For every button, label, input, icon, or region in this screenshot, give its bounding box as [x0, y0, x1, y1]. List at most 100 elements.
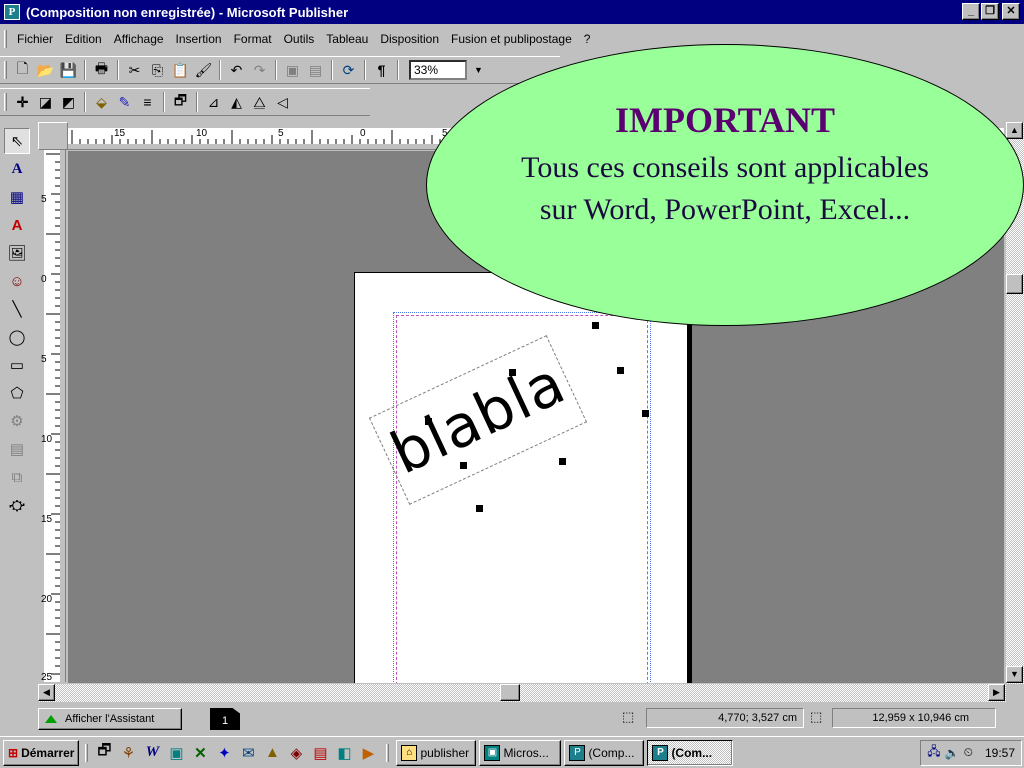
line-style-icon[interactable]: ≡: [136, 91, 159, 113]
resize-handle[interactable]: [559, 458, 566, 465]
wordart-tool-icon[interactable]: A: [4, 212, 30, 238]
bring-front-icon[interactable]: ▣: [281, 59, 304, 81]
menu-affichage[interactable]: Affichage: [108, 32, 170, 46]
scroll-down-button[interactable]: ▼: [1006, 666, 1023, 683]
menu-format[interactable]: Format: [228, 32, 278, 46]
resize-handle[interactable]: [425, 418, 432, 425]
selected-textbox[interactable]: blabla: [368, 335, 588, 505]
desktop-icon[interactable]: 🗗: [92, 741, 116, 765]
restore-button[interactable]: ❐: [981, 3, 999, 20]
task-button-com-active[interactable]: P (Com...: [647, 739, 734, 766]
cut-icon[interactable]: ✂: [123, 59, 146, 81]
horizontal-scroll-thumb[interactable]: [500, 684, 520, 701]
browser-icon[interactable]: ⚘: [116, 741, 140, 765]
acrobat-icon[interactable]: ▤: [308, 741, 332, 765]
task-button-microsoft[interactable]: ▣ Micros...: [479, 739, 562, 766]
resize-handle[interactable]: [617, 367, 624, 374]
start-button[interactable]: ⊞ Démarrer: [3, 739, 80, 766]
redo-icon[interactable]: ↷: [248, 59, 271, 81]
toolbar-grip-2[interactable]: [4, 93, 7, 111]
media-icon[interactable]: ▲: [260, 741, 284, 765]
access-icon[interactable]: ◈: [284, 741, 308, 765]
clipart-tool-icon[interactable]: ☺: [4, 268, 30, 294]
rotate-left-icon[interactable]: ⊿: [202, 91, 225, 113]
shadow-icon[interactable]: ◩: [57, 91, 80, 113]
menubar-grip[interactable]: [4, 30, 7, 48]
minimize-button[interactable]: _: [962, 3, 980, 20]
open-icon[interactable]: 📂: [34, 59, 57, 81]
rectangle-tool-icon[interactable]: ▭: [4, 352, 30, 378]
format-painter-icon[interactable]: 🖌: [192, 59, 215, 81]
task-button-publisher[interactable]: ⌂ publisher: [396, 739, 477, 766]
table-tool-icon[interactable]: ▦: [4, 184, 30, 210]
outlook-icon[interactable]: ✉: [236, 741, 260, 765]
properties-icon[interactable]: 🗗: [169, 91, 192, 113]
form-control-tool-icon[interactable]: ▤: [4, 436, 30, 462]
html-tool-icon[interactable]: ⧉: [4, 464, 30, 490]
line-tool-icon[interactable]: ╲: [4, 296, 30, 322]
play-icon[interactable]: ▶: [356, 741, 380, 765]
resize-handle[interactable]: [460, 462, 467, 469]
ruler-corner[interactable]: [38, 122, 68, 150]
shade-icon[interactable]: ◪: [34, 91, 57, 113]
scroll-right-button[interactable]: ▶: [988, 684, 1005, 701]
volume-icon[interactable]: 🔈: [945, 746, 960, 760]
page-navigator[interactable]: 1: [210, 708, 240, 730]
excel-icon[interactable]: ✕: [188, 741, 212, 765]
show-assistant-button[interactable]: Afficher l'Assistant: [38, 708, 182, 730]
undo-icon[interactable]: ↶: [225, 59, 248, 81]
resize-handle[interactable]: [642, 410, 649, 417]
menu-disposition[interactable]: Disposition: [374, 32, 445, 46]
clock[interactable]: 19:57: [985, 746, 1015, 760]
task-button-comp[interactable]: P (Comp...: [564, 739, 645, 766]
zoom-select[interactable]: 33%: [409, 60, 467, 80]
move-icon[interactable]: ✛: [11, 91, 34, 113]
pilcrow-icon[interactable]: ¶: [370, 59, 393, 81]
menu-help[interactable]: ?: [578, 32, 597, 46]
flip-horizontal-icon[interactable]: ⧋: [248, 91, 271, 113]
send-back-icon[interactable]: ▤: [304, 59, 327, 81]
word-icon[interactable]: W: [140, 741, 164, 765]
network-icon[interactable]: 🖧: [927, 742, 940, 763]
menu-edition[interactable]: Edition: [59, 32, 108, 46]
custom-shape-tool-icon[interactable]: ⬠: [4, 380, 30, 406]
print-icon[interactable]: 🖶: [90, 59, 113, 81]
vertical-scroll-thumb[interactable]: [1006, 274, 1023, 294]
text-tool-icon[interactable]: A: [4, 156, 30, 182]
horizontal-scrollbar[interactable]: ◀ ▶: [38, 684, 1006, 702]
fill-color-icon[interactable]: ⬙: [90, 91, 113, 113]
scheduler-icon[interactable]: ⏲: [964, 745, 973, 760]
rotate-right-icon[interactable]: ◭: [225, 91, 248, 113]
copy-icon[interactable]: ⎘: [146, 59, 169, 81]
picture-tool-icon[interactable]: 🖼: [4, 240, 30, 266]
powerpoint-icon[interactable]: ▣: [164, 741, 188, 765]
system-tray: 🖧 🔈 ⏲ 19:57: [920, 739, 1022, 766]
paste-icon[interactable]: 📋: [169, 59, 192, 81]
size-icon: ⬚: [810, 709, 823, 724]
menu-fusion[interactable]: Fusion et publipostage: [445, 32, 578, 46]
menu-outils[interactable]: Outils: [278, 32, 321, 46]
line-color-icon[interactable]: ✎: [113, 91, 136, 113]
menu-insertion[interactable]: Insertion: [170, 32, 228, 46]
chevron-down-icon[interactable]: ▼: [467, 59, 490, 81]
new-icon[interactable]: 🗋: [11, 59, 34, 81]
scroll-left-button[interactable]: ◀: [38, 684, 55, 701]
resize-handle[interactable]: [592, 322, 599, 329]
rotate-icon[interactable]: ⟳: [337, 59, 360, 81]
resize-handle[interactable]: [476, 505, 483, 512]
flip-vertical-icon[interactable]: ◁: [271, 91, 294, 113]
pointer-tool-icon[interactable]: ⇖: [4, 128, 30, 154]
menu-fichier[interactable]: Fichier: [11, 32, 59, 46]
resize-handle[interactable]: [509, 369, 516, 376]
publisher-quick-icon[interactable]: ◧: [332, 741, 356, 765]
oval-tool-icon[interactable]: ◯: [4, 324, 30, 350]
menu-tableau[interactable]: Tableau: [320, 32, 374, 46]
ole-object-tool-icon[interactable]: ⚙: [4, 408, 30, 434]
design-gallery-icon[interactable]: ⛮: [4, 492, 30, 518]
vertical-ruler[interactable]: 5 0 5 10 15 20 25: [38, 150, 66, 682]
save-icon[interactable]: 💾: [57, 59, 80, 81]
toolbar-grip[interactable]: [4, 61, 7, 79]
publisher-app-icon[interactable]: P: [4, 4, 20, 20]
paint-icon[interactable]: ✦: [212, 741, 236, 765]
close-button[interactable]: ✕: [1002, 3, 1020, 20]
